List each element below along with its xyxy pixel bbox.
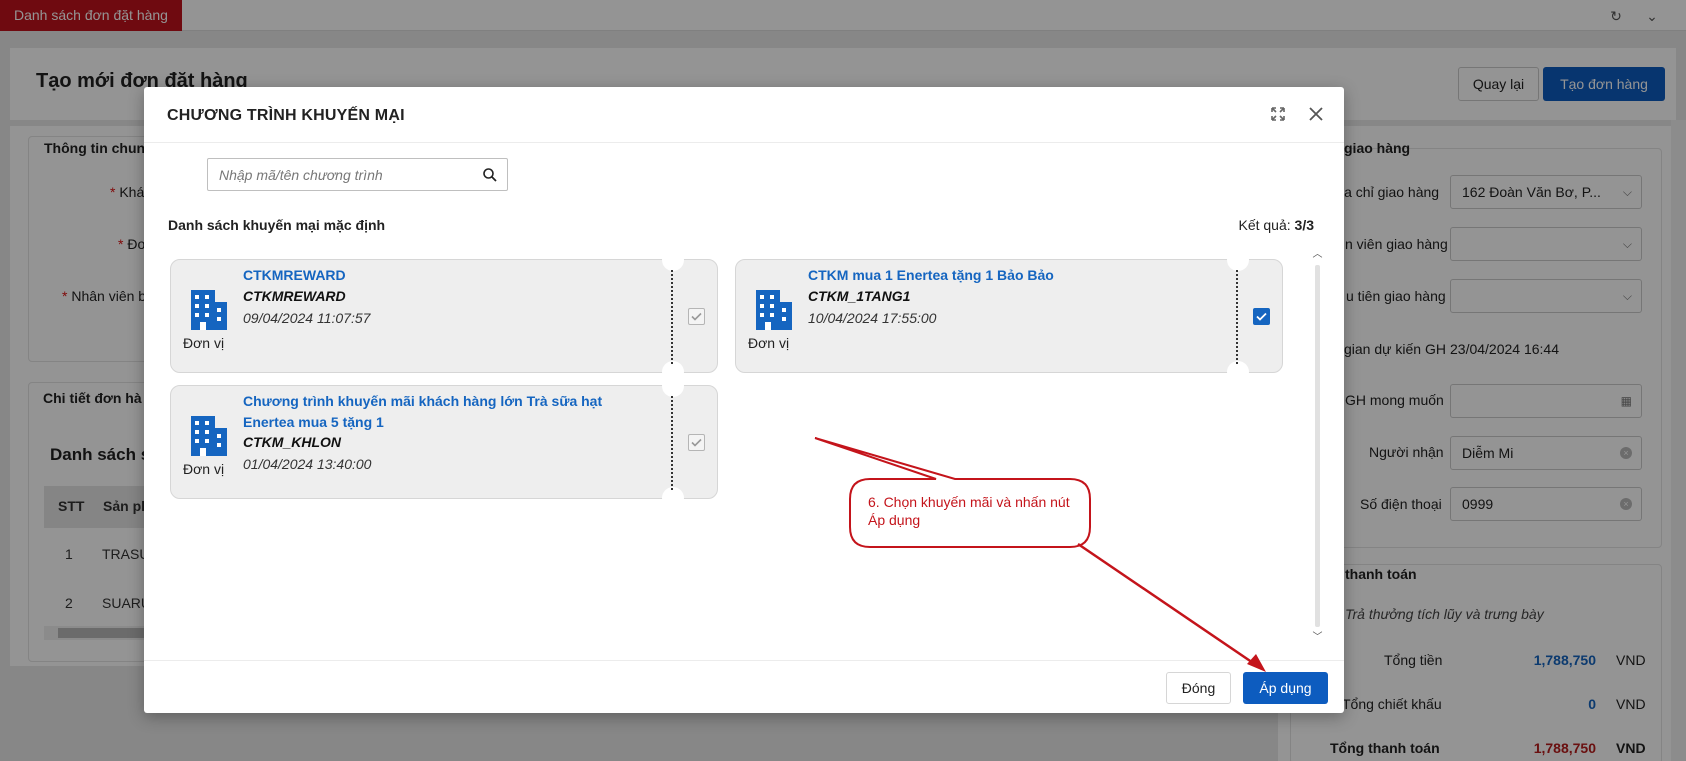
scroll-down-icon[interactable]: ﹀	[1312, 632, 1323, 643]
promotion-date: 01/04/2024 13:40:00	[243, 456, 372, 472]
dotted-separator	[671, 270, 673, 364]
scroll-up-icon[interactable]: ︿	[1312, 249, 1323, 260]
promotion-card[interactable]: Đơn vị CTKM mua 1 Enertea tặng 1 Bảo Bảo…	[735, 249, 1283, 383]
ticket-notch	[1227, 249, 1249, 271]
promotion-code: CTKMREWARD	[243, 288, 346, 304]
promotion-unit: Đơn vị	[748, 335, 790, 351]
dotted-separator	[671, 396, 673, 490]
promotion-name[interactable]: CTKM mua 1 Enertea tặng 1 Bảo Bảo	[808, 265, 1208, 286]
annotation-text: 6. Chọn khuyến mãi và nhấn nút Áp dụng	[868, 494, 1070, 528]
promotion-card[interactable]: Đơn vị CTKMREWARD CTKMREWARD 09/04/2024 …	[170, 249, 718, 383]
list-title: Danh sách khuyến mại mặc định	[168, 217, 386, 233]
promotion-code: CTKM_KHLON	[243, 434, 341, 450]
close-icon[interactable]	[1304, 102, 1328, 126]
promotion-date: 09/04/2024 11:07:57	[243, 310, 371, 326]
promotion-code: CTKM_1TANG1	[808, 288, 911, 304]
scroll-track[interactable]	[1315, 265, 1320, 627]
building-icon	[756, 290, 792, 330]
promotion-name[interactable]: Chương trình khuyến mãi khách hàng lớn T…	[243, 391, 643, 433]
search-input[interactable]	[208, 159, 478, 190]
promotion-card[interactable]: Đơn vị Chương trình khuyến mãi khách hàn…	[170, 375, 718, 509]
building-icon	[191, 290, 227, 330]
divider	[144, 660, 1344, 661]
ticket-notch	[662, 375, 684, 397]
dotted-separator	[1236, 270, 1238, 364]
promotion-date: 10/04/2024 17:55:00	[808, 310, 937, 326]
result-count: Kết quả: 3/3	[1238, 217, 1314, 233]
list-scrollbar[interactable]: ︿ ﹀	[1309, 247, 1326, 646]
search-icon[interactable]	[482, 167, 498, 183]
promotion-modal: CHƯƠNG TRÌNH KHUYẾN MẠI Danh sách khuyến…	[144, 87, 1344, 713]
ticket-notch	[662, 249, 684, 271]
promotion-name[interactable]: CTKMREWARD	[243, 265, 643, 286]
ticket-notch	[662, 487, 684, 509]
modal-title: CHƯƠNG TRÌNH KHUYẾN MẠI	[167, 107, 405, 124]
close-button[interactable]: Đóng	[1166, 672, 1231, 704]
promotion-checkbox[interactable]	[688, 308, 705, 325]
building-icon	[191, 416, 227, 456]
ticket-notch	[1227, 361, 1249, 383]
promotion-unit: Đơn vị	[183, 461, 225, 477]
search-field[interactable]	[207, 158, 508, 191]
divider	[144, 142, 1344, 143]
promotion-checkbox-checked[interactable]	[1253, 308, 1270, 325]
expand-icon[interactable]	[1266, 102, 1290, 126]
promotion-unit: Đơn vị	[183, 335, 225, 351]
apply-button[interactable]: Áp dụng	[1243, 672, 1328, 704]
promotion-checkbox[interactable]	[688, 434, 705, 451]
